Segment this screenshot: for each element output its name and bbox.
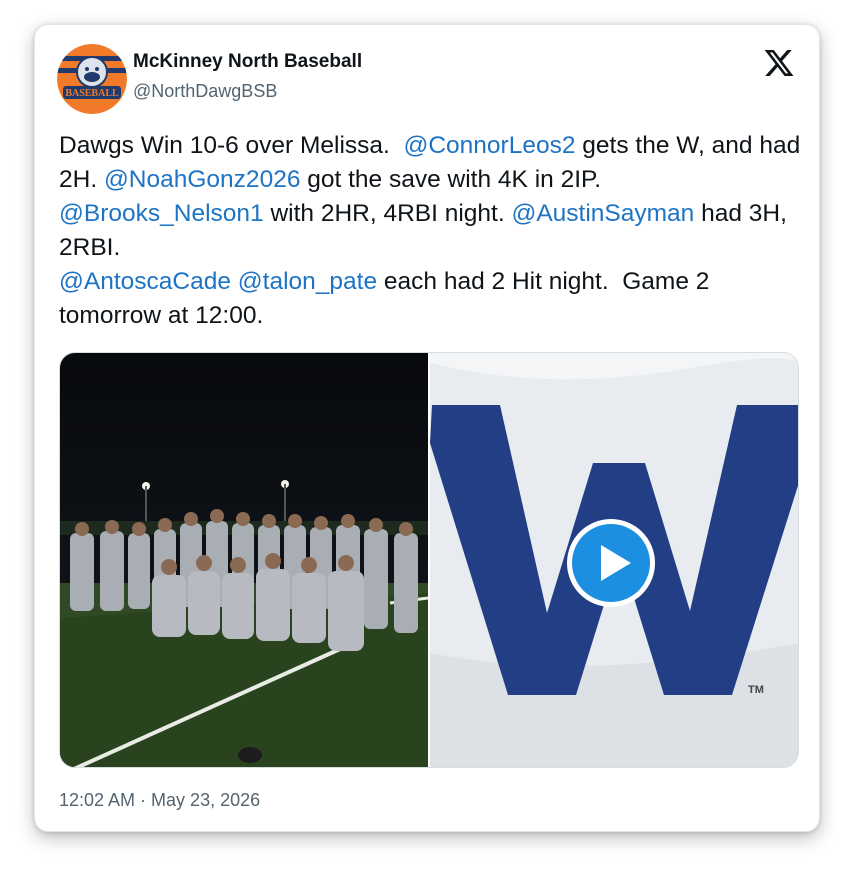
mention-link[interactable]: @talon_pate — [238, 268, 377, 295]
mention-link[interactable]: @AustinSayman — [511, 200, 694, 227]
tweet-text: Dawgs Win 10-6 over Melissa. @ConnorLeos… — [59, 129, 807, 333]
avatar-logo-icon: BASEBALL — [57, 44, 127, 114]
media-grid[interactable]: TM — [59, 352, 799, 768]
author-handle[interactable]: @NorthDawgBSB — [133, 81, 277, 102]
x-logo-icon[interactable] — [763, 47, 795, 79]
tweet-text-segment: with 2HR, 4RBI night. — [263, 200, 512, 227]
mention-link[interactable]: @Brooks_Nelson1 — [59, 200, 264, 227]
tweet-text-segment — [231, 268, 238, 295]
tweet-timestamp[interactable]: 12:02 AM · May 23, 2026 — [59, 790, 260, 811]
mention-link[interactable]: @NoahGonz2026 — [104, 166, 301, 193]
play-button[interactable] — [565, 517, 657, 609]
mention-link[interactable]: @AntoscaCade — [59, 268, 231, 295]
mention-link[interactable]: @ConnorLeos2 — [403, 132, 575, 159]
tweet-text-segment: Dawgs Win 10-6 over Melissa. — [59, 132, 404, 159]
author-avatar[interactable]: BASEBALL — [57, 44, 127, 114]
tweet-text-segment: got the save with 4K in 2IP. — [300, 166, 608, 193]
team-photo[interactable] — [60, 353, 429, 767]
play-icon — [567, 519, 655, 607]
svg-text:BASEBALL: BASEBALL — [65, 88, 119, 99]
w-flag-video[interactable]: TM — [430, 353, 798, 767]
trademark-label: TM — [748, 684, 764, 696]
tweet-card[interactable]: BASEBALL McKinney North Baseball @NorthD… — [34, 24, 820, 832]
author-display-name[interactable]: McKinney North Baseball — [133, 51, 362, 73]
